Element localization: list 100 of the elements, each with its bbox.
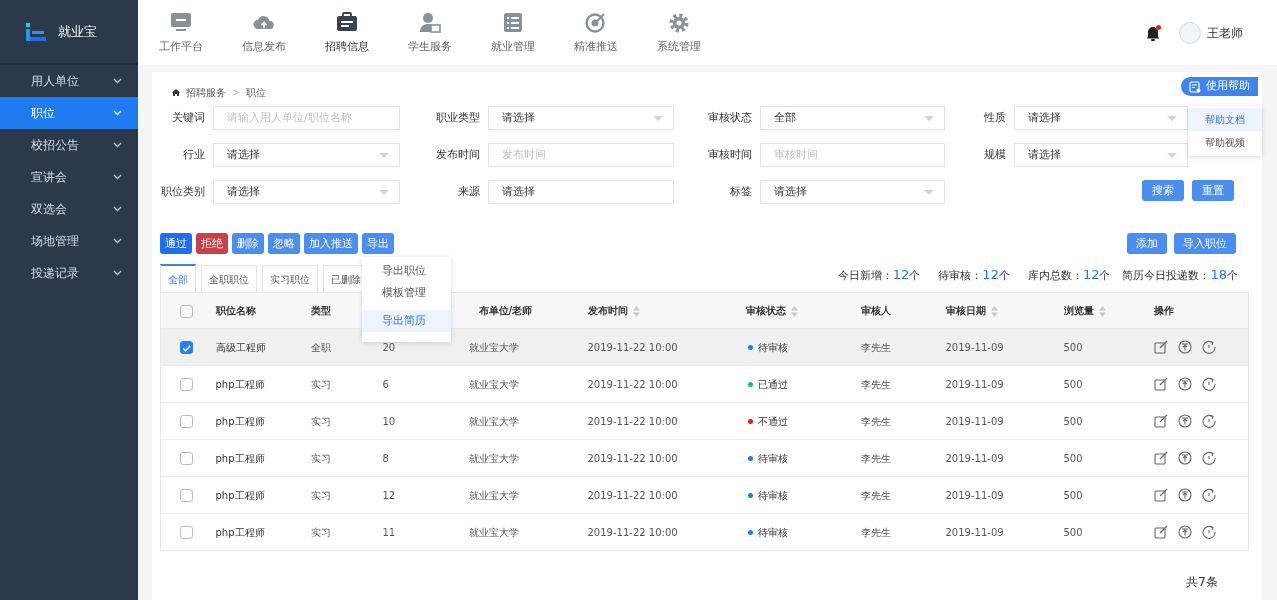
checkbox[interactable] [180, 526, 193, 539]
checkbox[interactable] [180, 415, 193, 428]
caret-icon [653, 115, 663, 121]
nav-tab[interactable]: 信息发布 [222, 0, 305, 65]
sidebar-item[interactable]: 场地管理 [0, 225, 138, 257]
tab[interactable]: 实习职位 [262, 265, 318, 292]
select-field[interactable]: 请选择 [1014, 143, 1188, 167]
sidebar-item[interactable]: 投递记录 [0, 257, 138, 289]
arrow-up-circle-icon[interactable] [1177, 525, 1192, 539]
checkbox[interactable] [180, 489, 193, 502]
table-cell: 500 [1063, 489, 1083, 501]
monitor-icon [169, 12, 192, 34]
table-row[interactable]: 高级工程师 全职 20 就业宝大学 2019-11-22 10:00 待审核 李先生 2019-11-09 500 [160, 328, 1249, 366]
job-title: php工程师 [215, 489, 265, 501]
table-row[interactable]: php工程师 实习 6 就业宝大学 2019-11-22 10:00 已通过 李先生 2019-11-09 500 [160, 365, 1249, 403]
menu-item[interactable]: 导出简历 [362, 310, 451, 332]
breadcrumb-separator: > [232, 86, 241, 100]
arrow-up-circle-icon[interactable] [1177, 377, 1192, 391]
help-button[interactable]: 使用帮助 [1181, 77, 1258, 96]
select-field[interactable]: 请选择 [1014, 106, 1188, 130]
checkbox[interactable] [180, 378, 193, 391]
select-field[interactable]: 全部 [760, 106, 945, 130]
select-field[interactable]: 请选择 [213, 143, 400, 167]
sidebar-item[interactable]: 职位 [0, 97, 138, 129]
refresh-icon[interactable] [1201, 414, 1216, 428]
chevron-down-icon [113, 110, 122, 116]
breadcrumb-item[interactable]: 招聘服务 [186, 85, 226, 100]
notification-bell-icon[interactable] [1145, 24, 1161, 41]
edit-icon[interactable] [1153, 525, 1168, 539]
table-cell: 500 [1063, 452, 1083, 464]
table-cell: 2019-11-09 [945, 415, 1004, 427]
column-header: 布单位/老师 [478, 305, 533, 316]
field-label: 关键词 [171, 109, 205, 126]
table-cell: 12 [382, 489, 396, 501]
action-button[interactable]: 通过 [160, 233, 192, 254]
document-help-icon [1189, 80, 1201, 93]
column-header: 职位名称 [215, 305, 256, 316]
user-name[interactable]: 王老师 [1207, 23, 1243, 42]
arrow-up-circle-icon[interactable] [1177, 340, 1192, 354]
refresh-icon[interactable] [1201, 525, 1216, 539]
table-cell: 就业宝大学 [468, 378, 519, 390]
column-header[interactable]: 发布时间 [587, 305, 628, 316]
nav-tab[interactable]: 招聘信息 [305, 0, 388, 65]
sidebar-item[interactable]: 校招公告 [0, 129, 138, 161]
field-label: 行业 [182, 146, 205, 163]
caret-icon [379, 189, 389, 195]
select-field[interactable]: 请选择 [760, 180, 945, 204]
table-cell: 10 [382, 415, 396, 427]
input-field[interactable]: 请选择 [488, 180, 674, 204]
table-row[interactable]: php工程师 实习 12 就业宝大学 2019-11-22 10:00 待审核 李先生 2019-11-09 500 [160, 476, 1249, 514]
table-cell: 500 [1063, 378, 1083, 390]
arrow-up-circle-icon[interactable] [1177, 488, 1192, 502]
table-cell: 2019-11-09 [945, 341, 1004, 353]
edit-icon[interactable] [1153, 377, 1168, 391]
chevron-down-icon [113, 174, 122, 180]
job-title: 高级工程师 [215, 341, 266, 353]
stat-text: 库内总数：12个 [1027, 265, 1111, 284]
nav-tab[interactable]: 就业管理 [471, 0, 554, 65]
sidebar-item[interactable]: 双选会 [0, 193, 138, 225]
home-icon [172, 89, 180, 96]
refresh-icon[interactable] [1201, 377, 1216, 391]
edit-icon[interactable] [1153, 488, 1168, 502]
table-cell: 就业宝大学 [468, 415, 519, 427]
settings-icon [667, 12, 690, 34]
menu-item[interactable]: 帮助文档 [1188, 108, 1262, 131]
column-header[interactable]: 审核日期 [945, 305, 986, 316]
menu-item[interactable]: 帮助视频 [1188, 131, 1262, 154]
nav-tab[interactable]: 工作平台 [139, 0, 222, 65]
table-row[interactable]: php工程师 实习 11 就业宝大学 2019-11-22 10:00 待审核 李先生 2019-11-09 500 [160, 513, 1249, 551]
refresh-icon[interactable] [1201, 451, 1216, 465]
table-cell: 2019-11-22 10:00 [587, 526, 678, 538]
arrow-up-circle-icon[interactable] [1177, 414, 1192, 428]
tab[interactable]: 全职职位 [201, 265, 257, 292]
column-header[interactable]: 审核状态 [745, 305, 786, 316]
table-cell: 20 [382, 341, 396, 353]
column-header[interactable]: 浏览量 [1063, 305, 1094, 316]
select-field[interactable]: 请选择 [213, 180, 400, 204]
tab[interactable]: 全部 [160, 264, 196, 292]
refresh-icon[interactable] [1201, 488, 1216, 502]
table-cell: 李先生 [860, 526, 891, 538]
refresh-icon[interactable] [1201, 340, 1216, 354]
table-cell: 李先生 [860, 341, 891, 353]
edit-icon[interactable] [1153, 451, 1168, 465]
table-row[interactable]: php工程师 实习 10 就业宝大学 2019-11-22 10:00 不通过 李先生 2019-11-09 500 [160, 402, 1249, 440]
nav-tab[interactable]: 精准推送 [554, 0, 637, 65]
table-row[interactable]: php工程师 实习 8 就业宝大学 2019-11-22 10:00 待审核 李先生 2019-11-09 500 [160, 439, 1249, 477]
nav-tab[interactable]: 学生服务 [388, 0, 471, 65]
checkbox[interactable] [180, 341, 193, 354]
table-cell: 实习 [310, 452, 331, 464]
action-button[interactable]: 拒绝 [196, 233, 228, 254]
sidebar-item[interactable]: 宣讲会 [0, 161, 138, 193]
checkbox[interactable] [180, 304, 193, 318]
edit-icon[interactable] [1153, 414, 1168, 428]
nav-tab[interactable]: 系统管理 [637, 0, 720, 65]
caret-icon [924, 115, 934, 121]
edit-icon[interactable] [1153, 340, 1168, 354]
sidebar-item[interactable]: 用人单位 [0, 65, 138, 97]
checkbox[interactable] [180, 452, 193, 465]
arrow-up-circle-icon[interactable] [1177, 451, 1192, 465]
select-field[interactable]: 请选择 [488, 106, 674, 130]
